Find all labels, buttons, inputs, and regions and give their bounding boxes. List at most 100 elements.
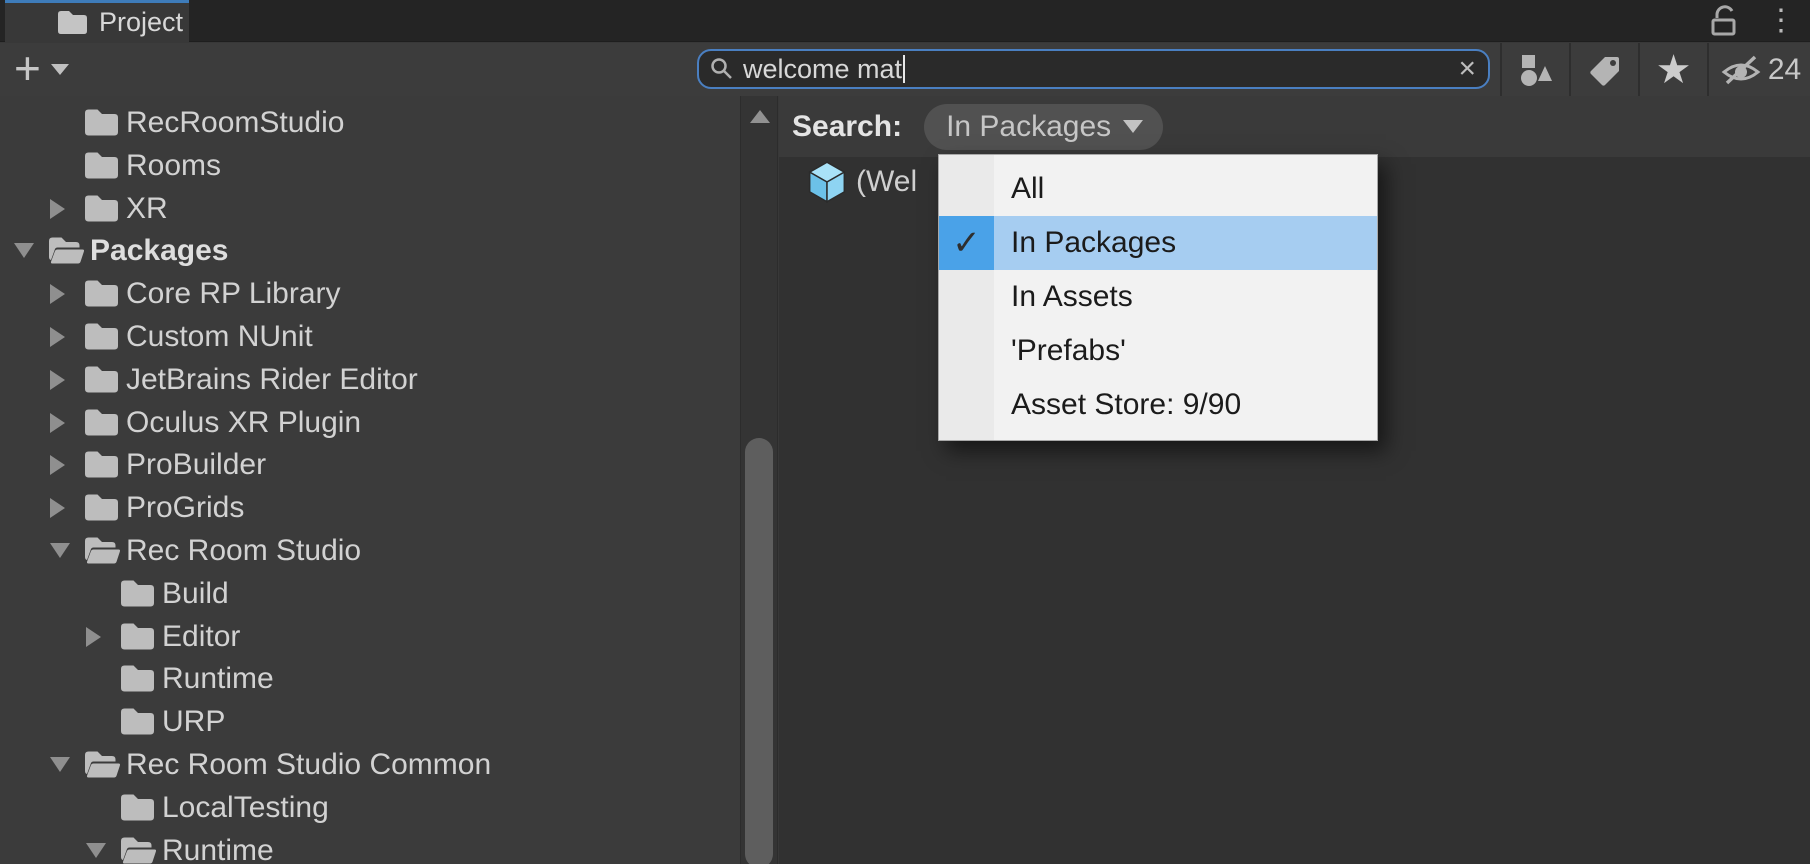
result-item[interactable]: (Wel [807,160,917,204]
expand-arrow-icon[interactable] [50,199,65,219]
tree-item-label: Rec Room Studio [126,529,361,572]
tree-item[interactable]: Core RP Library [0,272,740,315]
tree-item[interactable]: JetBrains Rider Editor [0,358,740,401]
menu-item-gutter [939,270,994,324]
tree-item[interactable]: Oculus XR Plugin [0,401,740,444]
expand-arrow-icon[interactable] [50,455,65,475]
open-folder-icon [84,536,119,565]
tree-item-label: Rooms [126,144,221,187]
expand-arrow-icon[interactable] [50,498,65,518]
tree-item-label: JetBrains Rider Editor [126,358,418,401]
tree-item[interactable]: ProGrids [0,486,740,529]
folder-icon [84,408,119,437]
expand-arrow-icon[interactable] [50,327,65,347]
tree-item-label: LocalTesting [162,786,329,829]
tree-item[interactable]: Runtime [0,829,740,864]
tree-item-label: Custom NUnit [126,315,313,358]
open-folder-icon [48,236,83,265]
tree-item[interactable]: Packages [0,229,740,272]
tree-item[interactable]: Rec Room Studio [0,529,740,572]
collapse-arrow-icon[interactable] [14,243,34,258]
tab-label: Project [99,7,183,38]
result-item-label: (Wel [856,165,917,199]
collapse-arrow-icon[interactable] [50,543,70,558]
scroll-up-arrow-icon[interactable] [750,110,770,123]
tree-item[interactable]: Runtime [0,657,740,700]
tree-item[interactable]: ProBuilder [0,443,740,486]
chevron-down-icon [1123,120,1143,133]
star-icon: ★ [1656,50,1692,90]
expand-arrow-icon[interactable] [50,413,65,433]
search-input[interactable]: welcome mat × [697,49,1490,89]
tree-item-label: Editor [162,615,240,658]
text-cursor [903,55,905,83]
tree-item[interactable]: Rec Room Studio Common [0,743,740,786]
search-value: welcome mat [743,54,902,85]
folder-tree: RecRoomStudioRoomsXRPackagesCore RP Libr… [0,96,740,864]
tab-bar: Project ⋮ [0,0,1810,42]
tree-item[interactable]: URP [0,700,740,743]
scrollbar-thumb[interactable] [745,438,773,864]
open-folder-icon [120,836,155,864]
menu-item-gutter [939,162,994,216]
tree-item[interactable]: Custom NUnit [0,315,740,358]
folder-icon [120,622,155,651]
expand-arrow-icon[interactable] [50,370,65,390]
folder-icon [84,450,119,479]
search-scope-value: In Packages [946,110,1111,144]
menu-item[interactable]: Asset Store: 9/90 [939,378,1377,432]
folder-icon [84,151,119,180]
favorites-button[interactable]: ★ [1640,43,1707,96]
tree-item[interactable]: Build [0,572,740,615]
menu-item[interactable]: 'Prefabs' [939,324,1377,378]
tree-item-label: Rec Room Studio Common [126,743,491,786]
chevron-down-icon [51,64,69,75]
search-by-label-button[interactable] [1571,43,1638,96]
search-scope-label: Search: [792,110,902,144]
menu-item[interactable]: All [939,162,1377,216]
tree-item-label: Runtime [162,657,274,700]
folder-icon [120,579,155,608]
menu-item-gutter [939,324,994,378]
unlock-icon[interactable] [1706,5,1740,37]
menu-item[interactable]: ✓In Packages [939,216,1377,270]
kebab-menu-icon[interactable]: ⋮ [1766,6,1796,36]
search-scope-menu: All✓In PackagesIn Assets'Prefabs' Asset S… [938,154,1378,441]
search-by-type-icon [1518,53,1554,87]
create-add-button[interactable]: + [14,43,69,96]
plus-icon: + [14,45,41,91]
folder-icon [84,365,119,394]
tab-project[interactable]: Project [5,0,189,42]
search-scope-dropdown[interactable]: In Packages [924,104,1163,150]
tree-item-label: Runtime [162,829,274,864]
hidden-count: 24 [1768,53,1801,87]
tree-item[interactable]: Rooms [0,144,740,187]
tree-item-label: Core RP Library [126,272,341,315]
folder-icon [84,279,119,308]
expand-arrow-icon[interactable] [50,284,65,304]
collapse-arrow-icon[interactable] [86,843,106,858]
tree-item-label: URP [162,700,225,743]
project-browser: RecRoomStudioRoomsXRPackagesCore RP Libr… [0,96,1810,864]
folder-icon [57,10,88,35]
tree-item[interactable]: Editor [0,615,740,658]
collapse-arrow-icon[interactable] [50,757,70,772]
menu-item-label: Asset Store: 9/90 [1011,388,1241,422]
checkmark-icon: ✓ [939,216,994,270]
folder-icon [84,493,119,522]
toolbar: + welcome mat × [0,43,1810,96]
vertical-scrollbar[interactable] [740,96,778,864]
tree-item-label: RecRoomStudio [126,101,344,144]
expand-arrow-icon[interactable] [86,627,101,647]
folder-icon [120,707,155,736]
hidden-items-toggle[interactable]: 24 [1709,43,1810,96]
tree-item[interactable]: RecRoomStudio [0,101,740,144]
tree-item-label: Build [162,572,229,615]
tree-item-label: ProGrids [126,486,244,529]
eye-slash-icon [1718,52,1764,88]
search-by-type-button[interactable] [1502,43,1569,96]
clear-search-icon[interactable]: × [1458,54,1476,84]
tree-item[interactable]: XR [0,187,740,230]
menu-item[interactable]: In Assets [939,270,1377,324]
tree-item[interactable]: LocalTesting [0,786,740,829]
